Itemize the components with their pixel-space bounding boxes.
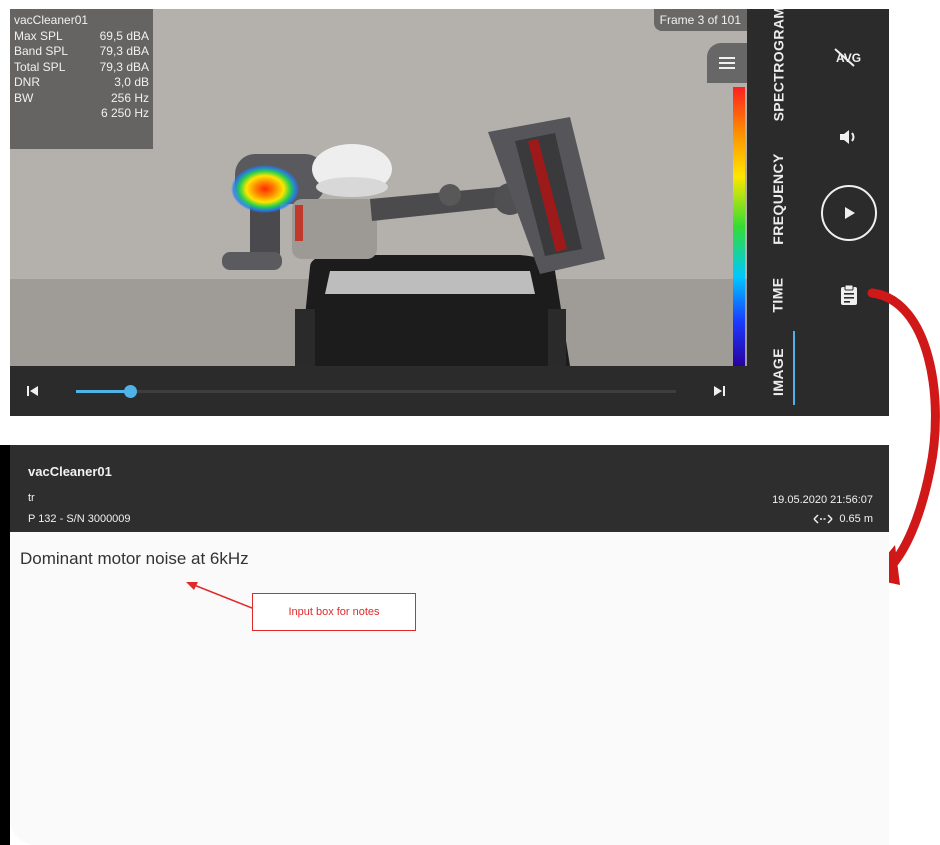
notes-button[interactable] <box>809 277 889 313</box>
stat-label: BW <box>14 90 34 105</box>
recording-name-text: vacCleaner01 <box>14 13 89 27</box>
skip-to-end-button[interactable] <box>710 382 728 400</box>
frame-counter: Frame 3 of 101 <box>653 9 747 31</box>
playback-slider[interactable] <box>76 385 676 398</box>
skip-previous-icon <box>27 386 38 396</box>
acoustic-image[interactable]: vacCleaner01 Max SPL 69,5 dBA Band SPL 7… <box>10 9 747 366</box>
tab-label: TIME <box>769 277 786 313</box>
stat-value: 69,5 dBA <box>99 28 149 43</box>
hamburger-menu-icon <box>719 57 735 69</box>
stat-label: Band SPL <box>14 44 69 58</box>
play-button-ring <box>821 185 877 241</box>
stat-row-bw: BW 256 Hz <box>14 91 149 107</box>
stat-value: 79,3 dBA <box>99 44 149 58</box>
stat-row-total-spl: Total SPL 79,3 dBA <box>14 60 149 76</box>
stat-row-max-spl: Max SPL 69,5 dBA <box>14 29 149 45</box>
details-header: vacCleaner01 tr P 132 - S/N 3000009 19.0… <box>10 445 889 532</box>
distance-icon <box>813 514 833 524</box>
distance-value: 0.65 m <box>839 513 873 525</box>
playback-bar <box>10 366 747 416</box>
notes-text: Dominant motor noise at 6kHz <box>20 549 249 568</box>
recording-name: vacCleaner01 <box>14 13 149 29</box>
stat-row-band-spl: Band SPL 79,3 dBA <box>14 44 149 60</box>
tab-frequency[interactable]: FREQUENCY <box>747 139 809 259</box>
tab-time[interactable]: TIME <box>747 271 809 319</box>
tab-label: SPECTROGRAM <box>770 9 787 122</box>
view-tabs: SPECTROGRAM FREQUENCY TIME IMAGE <box>747 9 809 416</box>
color-scale-bar <box>733 87 745 366</box>
notes-callout-label: Input box for notes <box>252 593 416 631</box>
recording-details-panel: vacCleaner01 tr P 132 - S/N 3000009 19.0… <box>10 445 889 845</box>
play-button[interactable] <box>809 183 889 243</box>
tab-spectrogram[interactable]: SPECTROGRAM <box>747 9 809 122</box>
details-title: vacCleaner01 <box>28 464 112 479</box>
stat-label: DNR <box>14 75 40 89</box>
stat-value: 256 Hz <box>110 90 149 105</box>
action-column: AVG <box>809 9 889 416</box>
averaging-toggle-button[interactable]: AVG <box>809 37 889 77</box>
skip-to-start-button[interactable] <box>24 382 42 400</box>
stat-value: 79,3 dBA <box>99 59 149 74</box>
menu-button[interactable] <box>707 43 747 83</box>
measurement-stats-overlay: vacCleaner01 Max SPL 69,5 dBA Band SPL 7… <box>10 9 153 149</box>
play-icon <box>845 207 855 219</box>
camera-view-panel: vacCleaner01 Max SPL 69,5 dBA Band SPL 7… <box>10 9 889 416</box>
stat-row-dnr: DNR 3,0 dB <box>14 75 149 91</box>
notes-input[interactable]: Dominant motor noise at 6kHz <box>10 532 889 845</box>
stat-label: Total SPL <box>14 59 66 74</box>
volume-icon <box>840 130 855 144</box>
stat-label: Max SPL <box>14 28 63 43</box>
skip-next-icon <box>714 386 725 396</box>
playback-slider-thumb[interactable] <box>124 385 137 398</box>
details-user: tr <box>28 492 35 504</box>
tab-label: FREQUENCY <box>770 153 786 245</box>
tab-label: IMAGE <box>769 348 786 396</box>
active-tab-indicator <box>793 331 795 405</box>
tab-image[interactable]: IMAGE <box>747 339 809 405</box>
stat-value: 3,0 dB <box>114 75 149 89</box>
stat-value: 6 250 Hz <box>100 106 149 120</box>
clipboard-icon <box>841 284 857 305</box>
avg-off-icon: AVG <box>834 48 861 67</box>
details-datetime: 19.05.2020 21:56:07 <box>772 494 873 506</box>
details-device: P 132 - S/N 3000009 <box>28 513 131 525</box>
stat-row-bw-upper: 6 250 Hz <box>14 106 149 122</box>
details-distance: 0.65 m <box>813 513 873 525</box>
volume-button[interactable] <box>809 117 889 157</box>
panel-edge <box>0 445 10 845</box>
playback-slider-fill <box>76 390 130 393</box>
